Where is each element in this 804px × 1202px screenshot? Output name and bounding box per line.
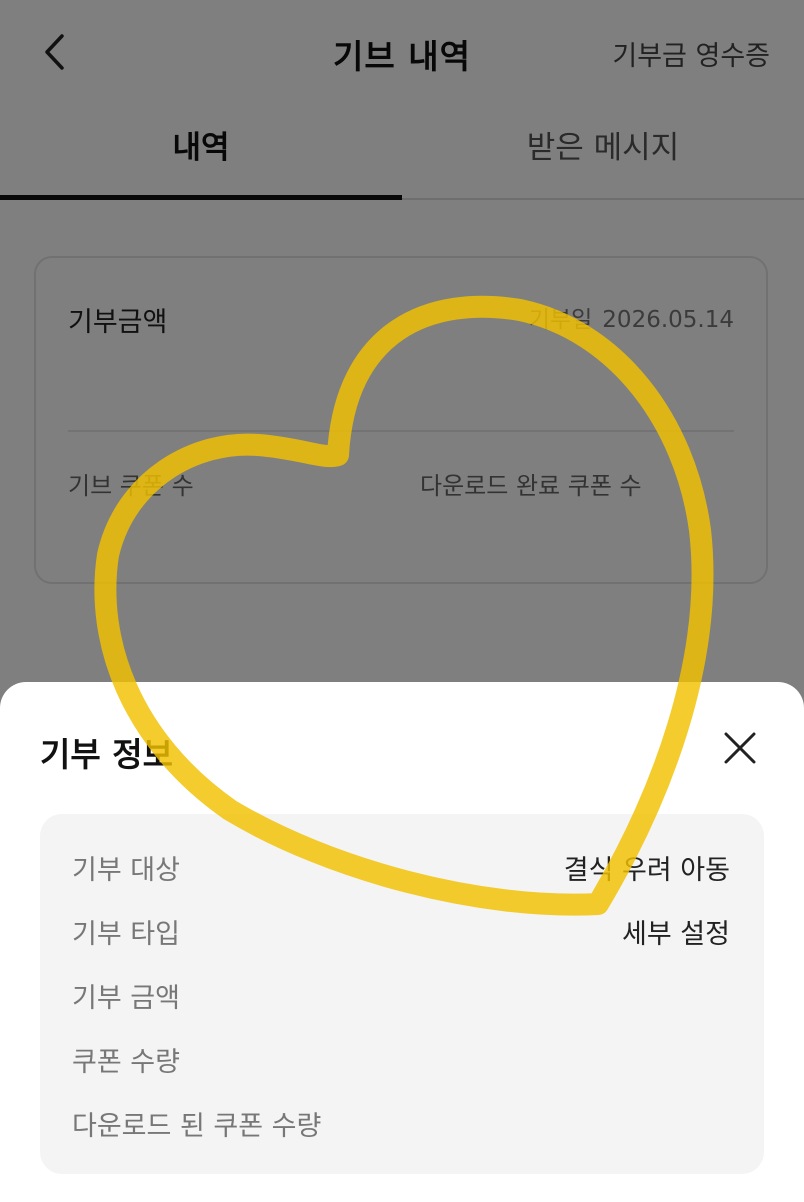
info-row-coupon-quantity: 쿠폰 수량 <box>72 1040 730 1080</box>
info-label: 쿠폰 수량 <box>72 1047 180 1078</box>
info-row-type: 기부 타입 세부 설정 <box>72 912 730 952</box>
close-icon <box>724 732 756 764</box>
info-value: 세부 설정 <box>622 919 730 950</box>
info-row-downloaded-coupons: 다운로드 된 쿠폰 수량 <box>72 1104 730 1144</box>
donation-info-box: 기부 대상 결식 우려 아동 기부 타입 세부 설정 기부 금액 쿠폰 수량 다… <box>40 814 764 1174</box>
close-button[interactable] <box>720 728 760 768</box>
info-row-amount: 기부 금액 <box>72 976 730 1016</box>
info-label: 기부 대상 <box>72 855 180 886</box>
info-label: 다운로드 된 쿠폰 수량 <box>72 1111 322 1142</box>
donation-info-bottom-sheet: 기부 정보 기부 대상 결식 우려 아동 기부 타입 세부 설정 기부 금액 쿠… <box>0 682 804 1202</box>
info-label: 기부 금액 <box>72 983 180 1014</box>
sheet-title: 기부 정보 <box>40 735 173 774</box>
info-label: 기부 타입 <box>72 919 180 950</box>
info-row-target: 기부 대상 결식 우려 아동 <box>72 848 730 888</box>
info-value: 결식 우려 아동 <box>563 855 730 886</box>
